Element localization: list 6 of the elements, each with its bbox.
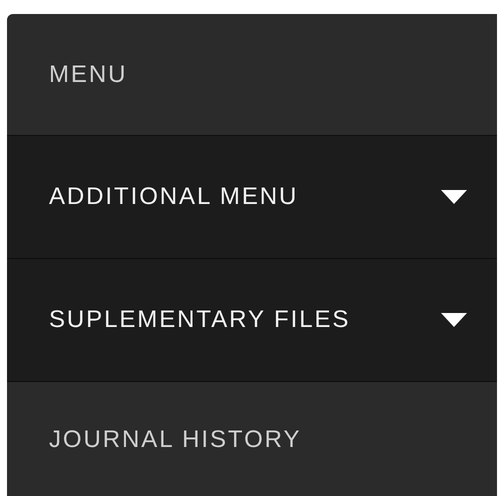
- menu-heading: MENU: [7, 14, 497, 135]
- caret-down-icon: [441, 313, 467, 327]
- dropdown-menu-item[interactable]: ADDITIONAL MENU: [7, 135, 497, 258]
- menu-item[interactable]: JOURNAL HISTORY: [7, 381, 497, 496]
- dropdown-menu-item[interactable]: SUPLEMENTARY FILES: [7, 258, 497, 381]
- caret-down-icon: [441, 190, 467, 204]
